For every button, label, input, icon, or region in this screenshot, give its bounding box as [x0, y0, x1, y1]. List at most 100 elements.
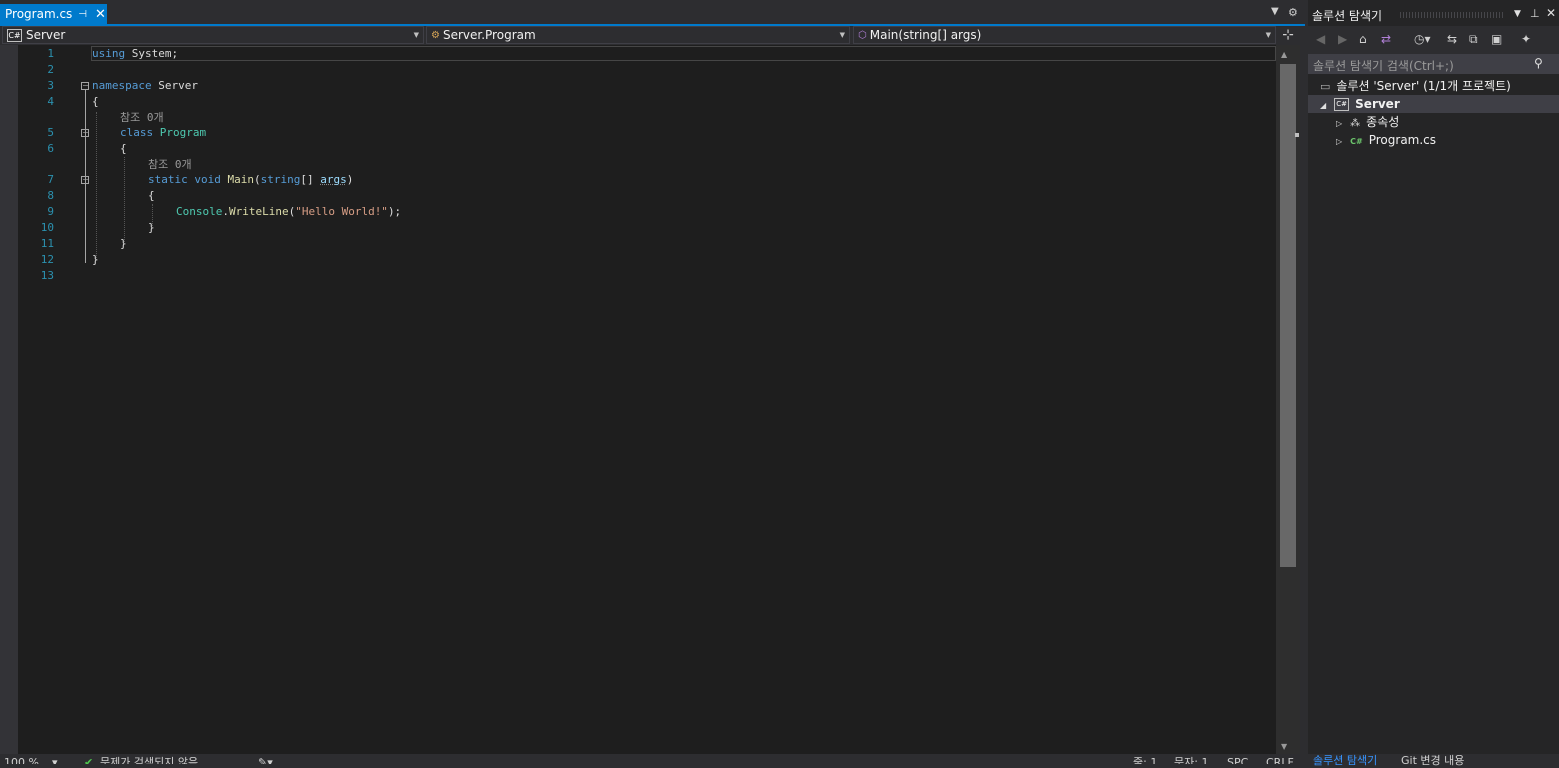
search-icon[interactable]: ⚲: [1534, 56, 1543, 70]
char-indicator: 문자: 1: [1174, 756, 1209, 764]
method-name: Main: [227, 173, 255, 186]
scrollbar-thumb[interactable]: [1280, 64, 1296, 567]
line-number: 10: [40, 221, 54, 234]
collapse-all-icon[interactable]: ⧉: [1469, 32, 1478, 47]
tab-program-cs[interactable]: Program.cs ⊣ ✕: [0, 4, 107, 24]
current-line-highlight: [91, 46, 1276, 61]
line-indicator: 줄: 1: [1133, 756, 1158, 764]
code-line-12: }: [92, 253, 99, 266]
code-text: );: [387, 205, 402, 218]
line-number: 6: [47, 142, 54, 155]
tab-solution-explorer[interactable]: 솔루션 탐색기: [1313, 752, 1377, 768]
home-icon[interactable]: ⌂: [1359, 32, 1367, 46]
show-all-files-icon[interactable]: ▣: [1491, 32, 1502, 46]
editor-margin: [0, 45, 18, 754]
collapsed-icon[interactable]: ▷: [1336, 119, 1342, 128]
zoom-level[interactable]: 100 %: [4, 754, 39, 764]
pin-icon[interactable]: ⊥: [1530, 7, 1540, 20]
type-dropdown[interactable]: ⚙ Server.Program ▼: [426, 26, 850, 44]
line-number: 1: [47, 47, 54, 60]
editor-status-bar: 100 % ▾ ✔ 문제가 검색되지 않음 ✎▾ 줄: 1 문자: 1 SPC …: [0, 754, 1305, 764]
file-label: Program.cs: [1368, 133, 1437, 147]
code-line-11: }: [120, 237, 127, 250]
csharp-project-icon: C#: [1334, 98, 1350, 111]
collapsed-icon[interactable]: ▷: [1336, 137, 1342, 146]
code-text: System;: [125, 47, 179, 60]
method-icon: ⬡: [858, 29, 867, 41]
close-icon[interactable]: ✕: [1546, 6, 1556, 20]
chevron-down-icon: ▼: [413, 31, 419, 39]
code-line-9: Console.WriteLine("Hello World!");: [176, 204, 401, 220]
dependencies-icon: ⁂: [1350, 118, 1361, 129]
indent-guide: [124, 157, 125, 242]
code-editor[interactable]: [0, 45, 1276, 754]
scroll-up-icon[interactable]: ▲: [1281, 50, 1287, 59]
code-line-1: using System;: [92, 46, 178, 62]
sync-icon[interactable]: ⇆: [1447, 32, 1457, 46]
whitespace-indicator[interactable]: SPC: [1227, 754, 1248, 764]
string-literal: "Hello World!": [295, 205, 388, 218]
member-dropdown[interactable]: ⬡ Main(string[] args) ▼: [853, 26, 1276, 44]
code-line-3: namespace Server: [92, 78, 198, 94]
pending-changes-icon[interactable]: ◷▾: [1414, 32, 1431, 46]
line-number: 8: [47, 189, 54, 202]
code-text: ): [346, 173, 354, 186]
codelens-references[interactable]: 참조 0개: [120, 110, 164, 126]
type-name: Program: [159, 126, 207, 139]
panel-bottom-tabs: 솔루션 탐색기 Git 변경 내용: [1308, 754, 1559, 767]
scroll-down-icon[interactable]: ▼: [1281, 742, 1287, 751]
tab-dropdown-icon[interactable]: ▼: [1271, 6, 1279, 17]
chevron-down-icon: ▼: [1265, 31, 1271, 39]
codelens-references[interactable]: 참조 0개: [148, 157, 192, 173]
line-ending-indicator[interactable]: CRLF: [1266, 754, 1294, 764]
keyword: namespace: [92, 79, 152, 92]
close-icon[interactable]: ✕: [95, 7, 106, 22]
tab-git-changes[interactable]: Git 변경 내용: [1401, 752, 1464, 768]
line-number: 11: [40, 237, 54, 250]
panel-drag-grip[interactable]: [1400, 12, 1505, 18]
back-icon[interactable]: ◀: [1316, 32, 1325, 46]
collapse-icon[interactable]: −: [81, 82, 89, 90]
line-number: 12: [40, 253, 54, 266]
search-placeholder: 솔루션 탐색기 검색(Ctrl+;): [1313, 59, 1454, 73]
class-icon: ⚙: [431, 29, 440, 41]
indent-guide: [96, 112, 97, 260]
zoom-dropdown-icon[interactable]: ▾: [52, 754, 58, 764]
tree-item-dependencies[interactable]: ▷ ⁂ 종속성: [1336, 113, 1399, 131]
line-number: 9: [47, 205, 54, 218]
split-window-button[interactable]: ⊹: [1276, 26, 1300, 45]
tree-item-project[interactable]: ◢ C# Server: [1320, 95, 1400, 113]
scroll-marker: [1295, 133, 1299, 137]
csharp-file-icon: C#: [1350, 137, 1363, 146]
line-number: 4: [47, 95, 54, 108]
tree-item-solution[interactable]: ▭ 솔루션 'Server' (1/1개 프로젝트): [1320, 77, 1511, 95]
type-dropdown-value: Server.Program: [442, 28, 536, 42]
code-line-10: }: [148, 221, 155, 234]
code-line-8: {: [148, 189, 155, 202]
line-number: 13: [40, 269, 54, 282]
gear-icon[interactable]: ⚙: [1288, 6, 1298, 19]
member-dropdown-value: Main(string[] args): [869, 28, 982, 42]
keyword: class: [120, 126, 154, 139]
pin-icon[interactable]: ⊣: [78, 9, 87, 20]
tab-title: Program.cs: [5, 7, 73, 21]
code-line-7: static void Main(string[] args): [148, 172, 353, 188]
switch-views-icon[interactable]: ⇄: [1381, 32, 1391, 46]
line-number: 3: [47, 79, 54, 92]
window-position-icon[interactable]: ▼: [1514, 9, 1521, 19]
project-dropdown-value: Server: [26, 28, 66, 42]
document-tab-strip: [0, 0, 1305, 26]
line-number: 7: [47, 173, 54, 186]
forward-icon[interactable]: ▶: [1338, 32, 1347, 46]
method-name: WriteLine: [228, 205, 289, 218]
tree-item-file[interactable]: ▷ C# Program.cs: [1336, 131, 1436, 149]
properties-icon[interactable]: ✦: [1521, 32, 1531, 46]
project-dropdown[interactable]: C# Server ▼: [2, 26, 424, 44]
expanded-icon[interactable]: ◢: [1320, 101, 1326, 110]
code-text: Server: [151, 79, 198, 92]
code-line-5: class Program: [120, 125, 206, 141]
issues-status[interactable]: 문제가 검색되지 않음: [100, 754, 198, 764]
cleanup-icon[interactable]: ✎▾: [258, 754, 273, 764]
line-number: 2: [47, 63, 54, 76]
project-label: Server: [1355, 97, 1400, 111]
